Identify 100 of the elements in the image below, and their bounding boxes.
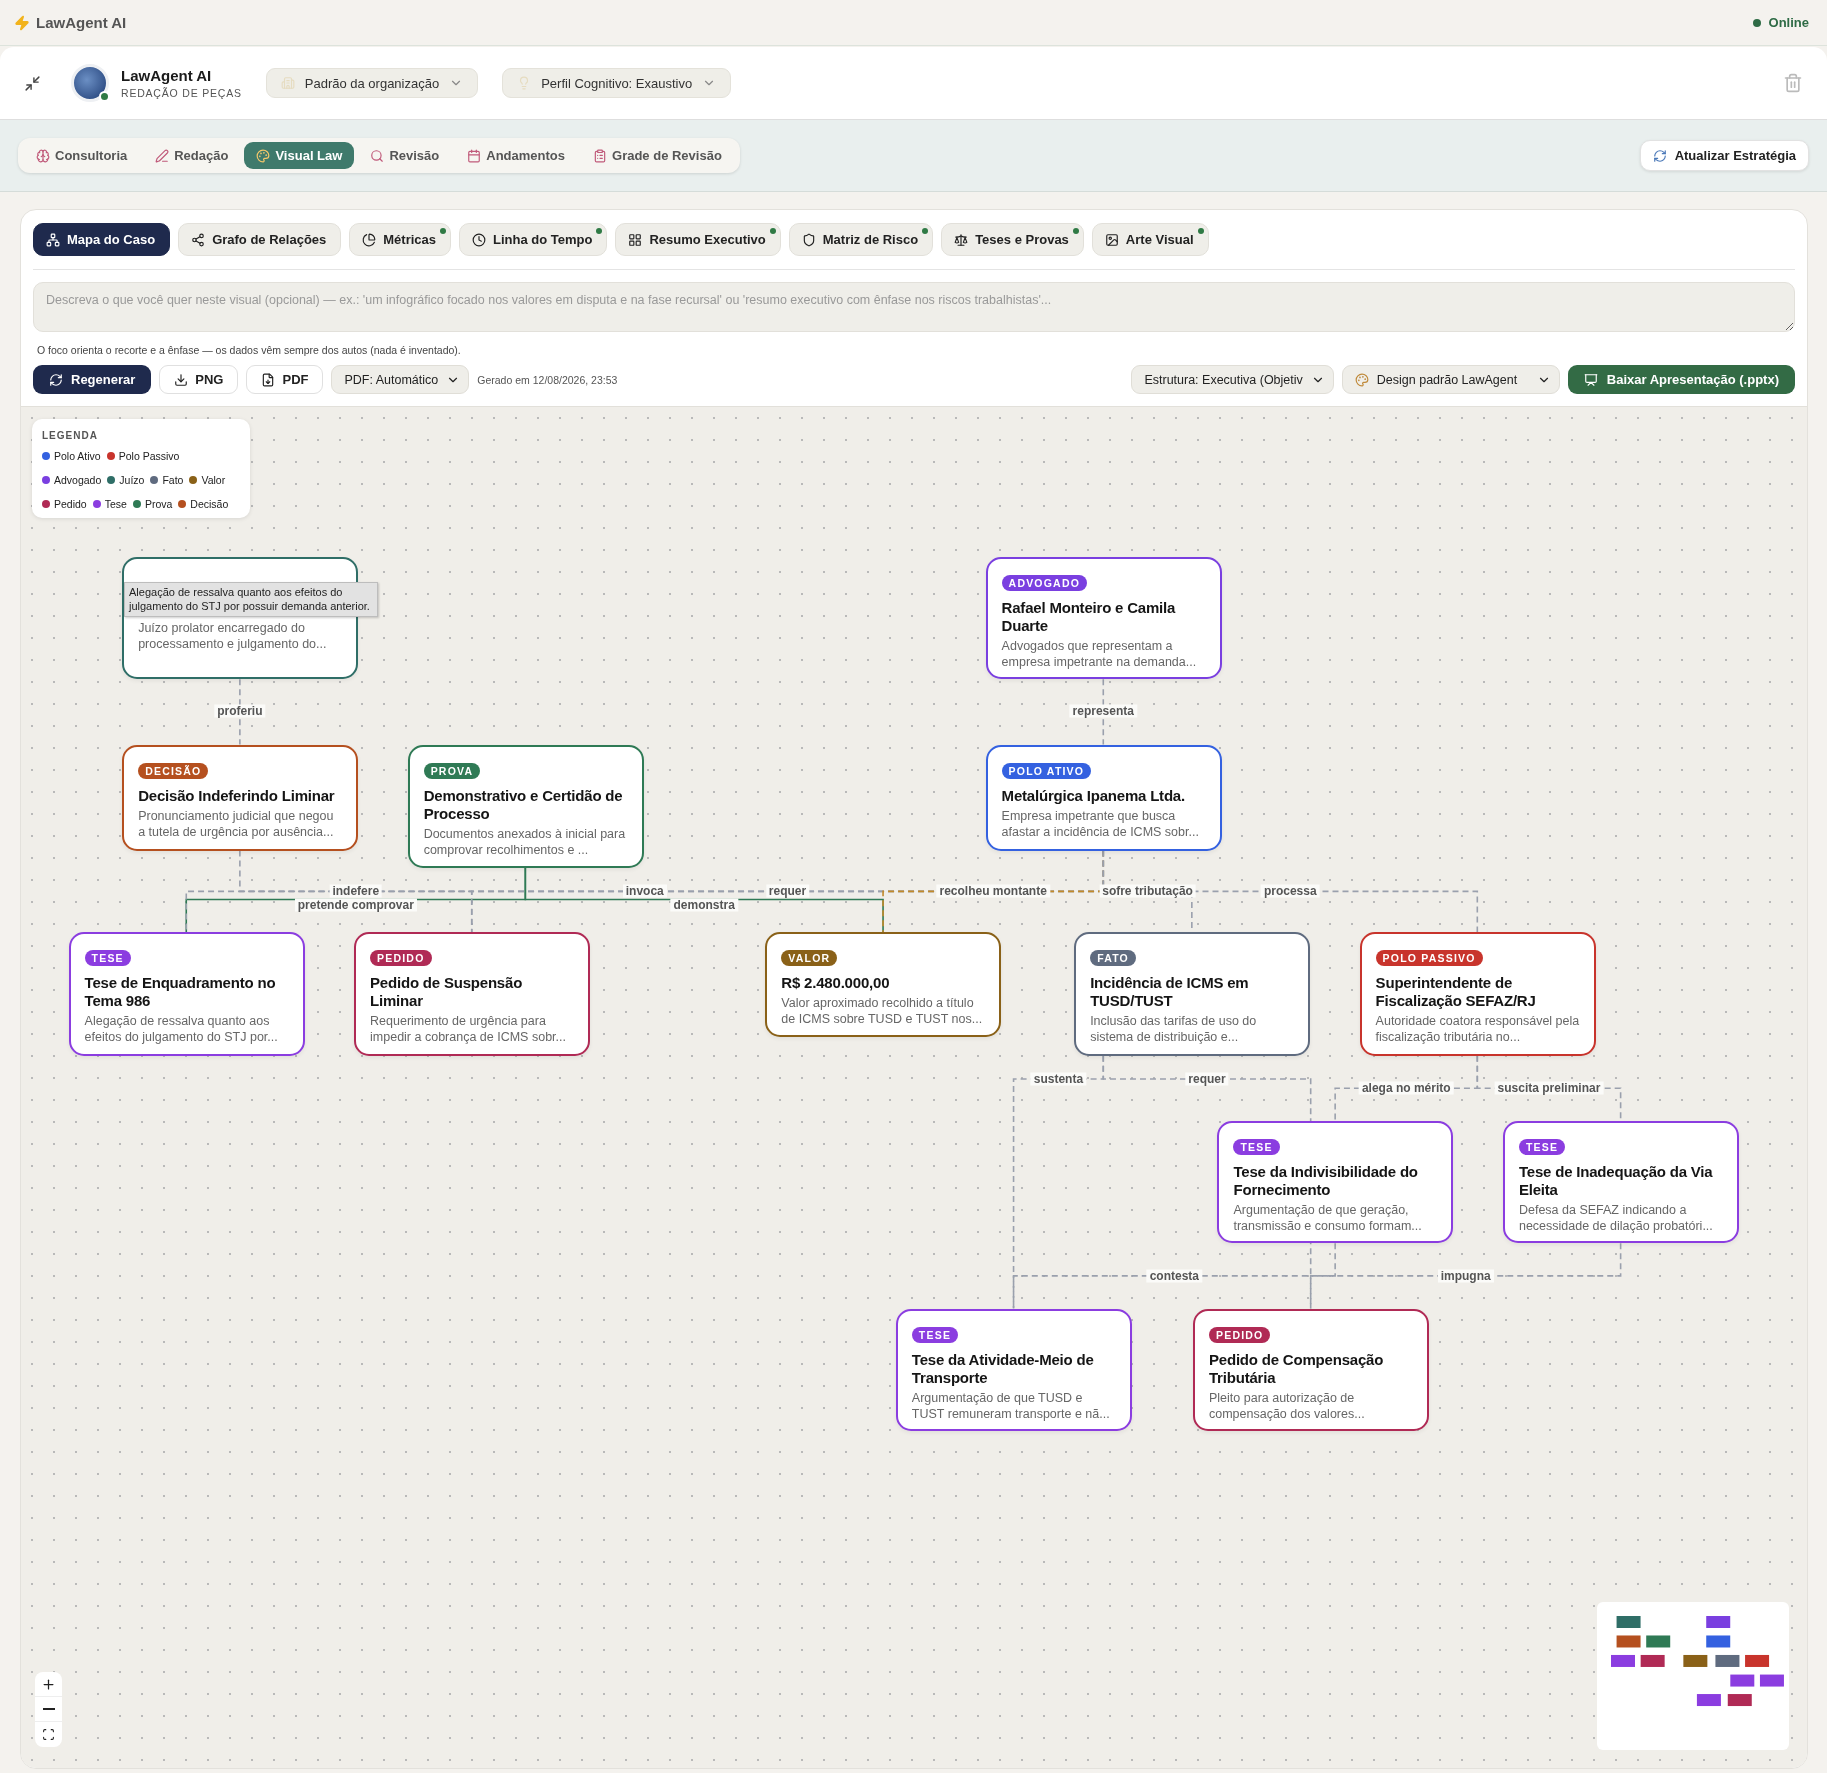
edge-label: requer	[1185, 1072, 1229, 1086]
case-node-card[interactable]: DECISÃO Decisão Indeferindo Liminar Pronunciamento judicial que negou a tutela de urgência por ausência...	[122, 744, 359, 851]
case-node-card[interactable]: PROVA Demonstrativo e Certidão de Processo Documentos anexados à inicial para comprovar recolhimentos e ...	[407, 744, 644, 869]
share-icon	[191, 232, 206, 247]
focus-input-field[interactable]: Descreva o que você quer neste visual (opcional) — ex.: 'um infográfico focado nos valores em disputa e na fase recursal' ou 'resumo executivo com ênfase nos riscos trabalhistas'...	[33, 282, 1795, 332]
case-node-card[interactable]: PEDIDO Pedido de Suspensão Liminar Requerimento de urgência para impedir a cobrança de ICMS sobr...	[354, 932, 591, 1056]
node-description: Pleito para autorização de compensação dos valores...	[1209, 1389, 1366, 1422]
node-title: Superintendente de Fiscalização SEFAZ/RJ	[1375, 974, 1537, 1011]
shield-icon	[801, 232, 816, 247]
node-title: Pedido de Compensação Tributária	[1209, 1350, 1385, 1387]
view-tab[interactable]: Teses e Provas	[941, 223, 1084, 256]
edge-label: pretende comprovar	[294, 898, 417, 912]
node-type-badge: POLO PASSIVO	[1375, 950, 1483, 967]
legend-label: Fato	[162, 474, 184, 486]
edge-label: representa	[1069, 704, 1137, 718]
edge-label: recolheu montante	[936, 884, 1050, 898]
node-description: Autoridade coatora responsável pela fiscalização tributária no...	[1375, 1013, 1581, 1046]
view-tab[interactable]: Métricas	[349, 223, 452, 256]
node-description: Advogados que representam a empresa impetrante na demanda...	[1001, 637, 1198, 671]
update-dot-icon	[1072, 228, 1079, 234]
node-type-badge: DECISÃO	[138, 762, 209, 779]
legend-title: LEGENDA	[42, 430, 99, 441]
case-node-card[interactable]: TESE Tese de Inadequação da Via Eleita Defesa da SEFAZ indicando a necessidade de dilação probatóri...	[1502, 1120, 1739, 1244]
node-type-badge: ADVOGADO	[1001, 574, 1088, 591]
nav-tab[interactable]: Grade de Revisão	[581, 142, 734, 169]
case-node-card[interactable]: TESE Tese da Atividade-Meio de Transporte Argumentação de que TUSD e TUST remuneram transporte e nã...	[895, 1308, 1132, 1431]
node-type-badge: TESE	[911, 1326, 959, 1343]
node-type-badge: POLO ATIVO	[1001, 762, 1092, 779]
search-icon	[370, 148, 385, 163]
pen-icon	[155, 148, 170, 163]
png-button[interactable]: PNG	[159, 365, 239, 394]
nav-tab[interactable]: Revisão	[358, 142, 452, 169]
legend-label: Juízo	[119, 474, 145, 486]
collapse-icon[interactable]	[24, 74, 41, 92]
case-node-card[interactable]: FATO Incidência de ICMS em TUSD/TUST Inclusão das tarifas de uso do sistema de distribuição e...	[1074, 932, 1311, 1056]
edge-label: demonstra	[670, 898, 738, 912]
node-title: Tese de Inadequação da Via Eleita	[1518, 1162, 1714, 1199]
palette-icon	[1354, 372, 1369, 387]
case-node-card[interactable]: TESE Tese da Indivisibilidade do Fornecimento Argumentação de que geração, transmissão e consumo formam...	[1217, 1120, 1454, 1244]
dropdown[interactable]: Perfil Cognitivo: Exaustivo	[502, 68, 732, 98]
node-description: Defesa da SEFAZ indicando a necessidade de dilação probatóri...	[1518, 1201, 1714, 1235]
node-title: Demonstrativo e Certidão de Processo	[423, 786, 624, 823]
case-node-card[interactable]: PEDIDO Pedido de Compensação Tributária Pleito para autorização de compensação dos valores...	[1193, 1308, 1429, 1431]
download-presentation-button[interactable]: Baixar Apresentação (.pptx)	[1567, 365, 1795, 394]
node-description: Argumentação de que geração, transmissão e consumo formam...	[1233, 1201, 1423, 1235]
node-type-badge: PROVA	[423, 762, 481, 779]
node-description: Alegação de ressalva quanto aos efeitos do julgamento do STJ por...	[84, 1013, 279, 1046]
clock-icon	[472, 232, 487, 247]
node-type-badge: PEDIDO	[370, 950, 432, 967]
node-description: Empresa impetrante que busca afastar a incidência de ICMS sobr...	[1001, 807, 1200, 841]
pdf-mode-select[interactable]: PDF: Automático	[331, 365, 470, 394]
view-tab[interactable]: Resumo Executivo	[615, 223, 781, 256]
dropdown[interactable]: Padrão da organização	[265, 68, 479, 98]
view-tab[interactable]: Mapa do Caso	[33, 223, 171, 256]
nav-tab[interactable]: Consultoria	[24, 142, 140, 169]
case-node-card[interactable]: VALOR R$ 2.480.000,00 Valor aproximado recolhido a título de ICMS sobre TUSD e TUST nos...	[765, 932, 1002, 1037]
nav-tab[interactable]: Visual Law	[244, 142, 355, 169]
file-download-icon	[261, 372, 276, 387]
design-select[interactable]: Design padrão LawAgent	[1341, 365, 1560, 394]
building-icon	[280, 76, 295, 90]
network-icon	[46, 232, 60, 247]
edge-label: contesta	[1146, 1269, 1202, 1283]
node-description: Juízo prolator encarregado do processamento e julgamento do...	[138, 619, 328, 653]
node-description: Requerimento de urgência para impedir a cobrança de ICMS sobr...	[370, 1013, 567, 1046]
clipboard-icon	[593, 148, 607, 163]
edge-label: alega no mérito	[1358, 1081, 1454, 1095]
case-node-card[interactable]: TESE Tese de Enquadramento no Tema 986 Alegação de ressalva quanto aos efeitos do julgamento do STJ por...	[68, 932, 305, 1056]
node-title: Tese de Enquadramento no Tema 986	[84, 974, 277, 1011]
view-tab[interactable]: Grafo de Relações	[178, 223, 342, 256]
fullscreen-icon	[42, 1728, 55, 1741]
case-node-card[interactable]: POLO PASSIVO Superintendente de Fiscalização SEFAZ/RJ Autoridade coatora responsável pela fiscalização tributária no...	[1359, 932, 1596, 1056]
tooltip: Alegação de ressalva quanto aos efeitos do julgamento do STJ por possuir demanda anterior.	[124, 582, 378, 617]
node-title: Tese da Atividade-Meio de Transporte	[911, 1350, 1095, 1387]
case-node-card[interactable]: ADVOGADO Rafael Monteiro e Camila Duarte Advogados que representam a empresa impetrante na demanda...	[985, 556, 1222, 680]
node-type-badge: TESE	[1518, 1138, 1566, 1155]
refresh-icon	[1652, 148, 1667, 163]
structure-select[interactable]: Estrutura: Executiva (Objetiv	[1131, 365, 1334, 394]
edge-label: invoca	[622, 884, 667, 898]
node-title: Rafael Monteiro e Camila Duarte	[1001, 598, 1177, 635]
regenerate-button[interactable]: Regenerar	[33, 365, 152, 394]
calendar-icon	[467, 148, 482, 163]
edge-label: indefere	[329, 884, 383, 898]
node-title: Decisão Indeferindo Liminar	[138, 786, 336, 805]
node-description: Pronunciamento judicial que negou a tutela de urgência por ausência...	[138, 807, 335, 841]
node-description: Inclusão das tarifas de uso do sistema de distribuição e...	[1090, 1013, 1258, 1046]
assistant-subtitle: REDAÇÃO DE PEÇAS	[121, 87, 242, 99]
view-tab[interactable]: Linha do Tempo	[459, 223, 608, 256]
node-title: Pedido de Suspensão Liminar	[370, 974, 524, 1011]
view-tab[interactable]: Matriz de Risco	[788, 223, 934, 256]
online-dot-icon	[99, 91, 110, 102]
view-tab[interactable]: Arte Visual	[1091, 223, 1209, 256]
nav-tab[interactable]: Redação	[143, 142, 241, 169]
case-node-card[interactable]: POLO ATIVO Metalúrgica Ipanema Ltda. Empresa impetrante que busca afastar a incidência de ICMS sobr...	[985, 744, 1222, 851]
focus-note: O foco orienta o recorte e a ênfase — os dados vêm sempre dos autos (nada é inventado).	[37, 344, 462, 356]
nav-tab[interactable]: Andamentos	[455, 142, 577, 169]
update-strategy-button[interactable]: Atualizar Estratégia	[1639, 140, 1809, 171]
pdf-button[interactable]: PDF	[246, 365, 324, 394]
image-icon	[1104, 232, 1119, 247]
node-type-badge: TESE	[1233, 1138, 1280, 1155]
app-title: LawAgent AI	[36, 14, 127, 31]
